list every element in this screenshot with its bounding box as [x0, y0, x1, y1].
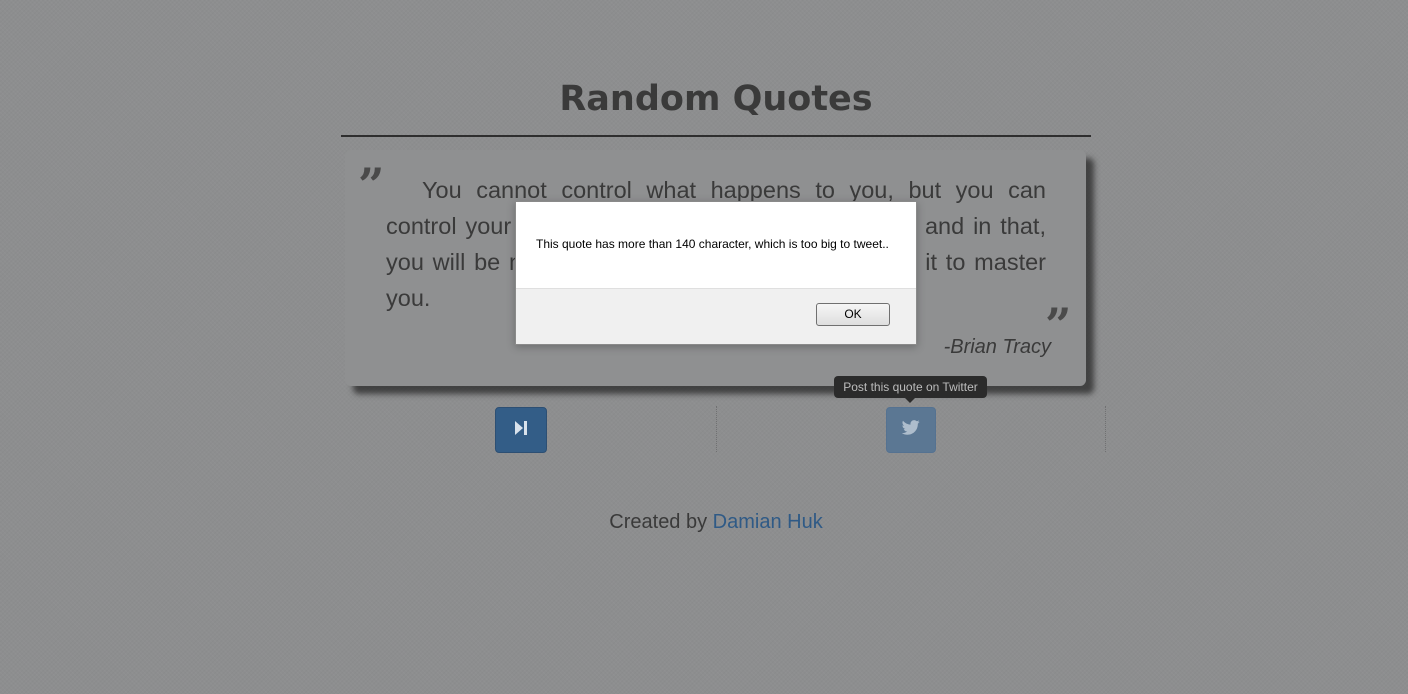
page-title: Random Quotes [559, 79, 873, 119]
alert-footer: OK [516, 288, 916, 344]
button-column-divider [1105, 406, 1106, 452]
alert-dialog: This quote has more than 140 character, … [515, 201, 917, 345]
button-column-divider [716, 406, 717, 452]
title-divider [341, 135, 1091, 137]
footer-credit: Created by Damian Huk [341, 511, 1091, 534]
footer-prefix: Created by [609, 511, 713, 533]
step-forward-icon [514, 420, 528, 441]
twitter-bird-icon [901, 420, 920, 440]
author-link[interactable]: Damian Huk [713, 511, 823, 533]
tweet-quote-button[interactable] [886, 407, 936, 453]
next-quote-button[interactable] [495, 407, 547, 453]
alert-message: This quote has more than 140 character, … [536, 237, 889, 251]
tooltip-arrow [905, 398, 915, 403]
open-quote-icon: ” [358, 158, 385, 212]
ok-button[interactable]: OK [816, 303, 890, 326]
tweet-tooltip: Post this quote on Twitter [834, 376, 987, 398]
quote-author: -Brian Tracy [943, 336, 1051, 358]
